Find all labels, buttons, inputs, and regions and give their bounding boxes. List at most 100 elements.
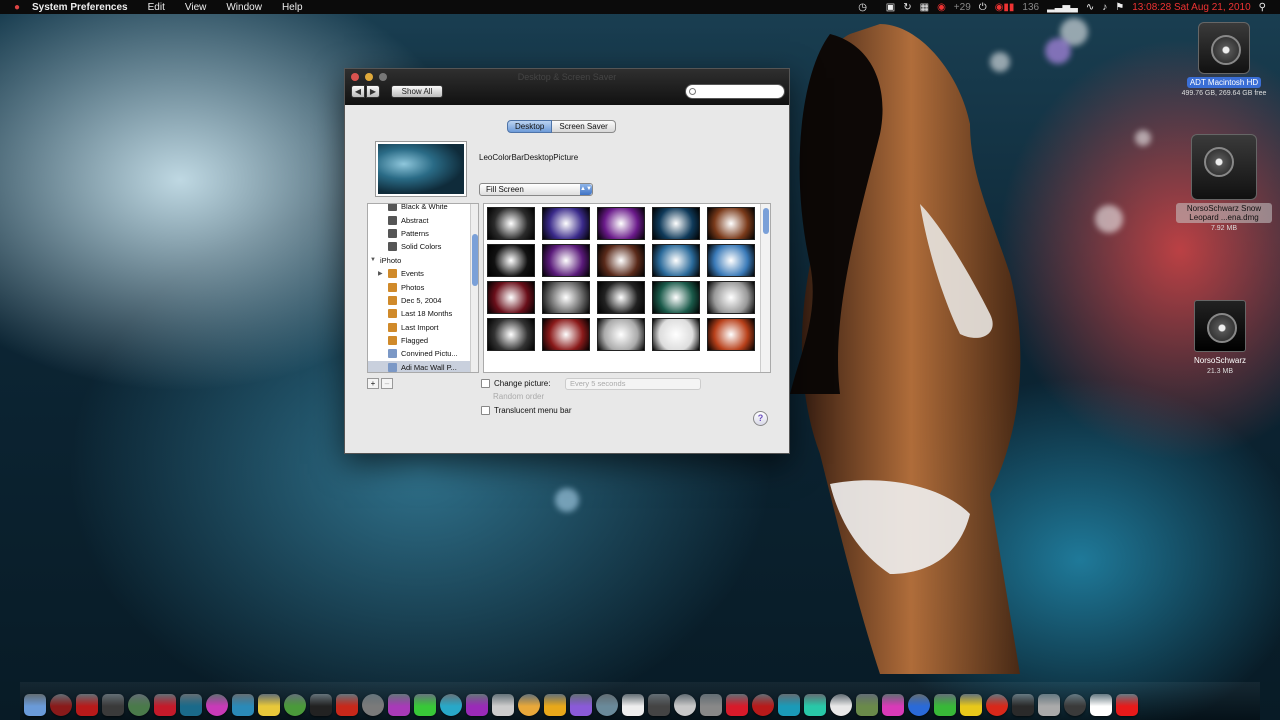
- wallpaper-thumbnail[interactable]: [652, 318, 700, 351]
- tab-screen-saver[interactable]: Screen Saver: [552, 120, 616, 133]
- power-icon[interactable]: ⏻: [979, 2, 987, 13]
- dock-app-icon[interactable]: [596, 694, 618, 716]
- network-graph-icon[interactable]: ▂▃▅▃: [1047, 2, 1078, 13]
- source-item-patterns[interactable]: Patterns: [368, 227, 478, 240]
- menu-window[interactable]: Window: [216, 2, 272, 13]
- remove-folder-button[interactable]: –: [381, 378, 393, 389]
- show-all-button[interactable]: Show All: [391, 85, 443, 98]
- activity-icon[interactable]: ◉▮▮: [995, 2, 1015, 13]
- wallpaper-thumbnail[interactable]: [487, 281, 535, 314]
- dock-app-icon[interactable]: [388, 694, 410, 716]
- dock-app-icon[interactable]: [154, 694, 176, 716]
- dock-app-icon[interactable]: [102, 694, 124, 716]
- dock-app-icon[interactable]: [960, 694, 982, 716]
- source-item-dec-2004[interactable]: Dec 5, 2004: [368, 294, 478, 307]
- thumbnail-grid-scrollbar[interactable]: [760, 204, 770, 372]
- dock-app-icon[interactable]: [414, 694, 436, 716]
- dock-app-icon[interactable]: [258, 694, 280, 716]
- help-button[interactable]: ?: [753, 411, 768, 426]
- dock-app-icon[interactable]: [362, 694, 384, 716]
- dock-app-icon[interactable]: [466, 694, 488, 716]
- dock-app-icon[interactable]: [544, 694, 566, 716]
- wallpaper-thumbnail[interactable]: [542, 281, 590, 314]
- desktop-dmg-snow-leopard[interactable]: NorsoSchwarz Snow Leopard ...ena.dmg 7.9…: [1176, 134, 1272, 232]
- menu-edit[interactable]: Edit: [138, 2, 175, 13]
- wallpaper-thumbnail[interactable]: [597, 244, 645, 277]
- scrollbar-thumb[interactable]: [763, 208, 769, 234]
- source-group-iphoto[interactable]: ▼ iPhoto: [368, 254, 478, 267]
- dock-app-icon[interactable]: [752, 694, 774, 716]
- dock-app-icon[interactable]: [518, 694, 540, 716]
- wallpaper-thumbnail[interactable]: [487, 318, 535, 351]
- source-item-flagged[interactable]: Flagged: [368, 334, 478, 347]
- volume-icon[interactable]: ♪: [1102, 2, 1107, 13]
- source-item-solid-colors[interactable]: Solid Colors: [368, 240, 478, 253]
- spotlight-icon[interactable]: ⚲: [1259, 2, 1266, 13]
- menu-app-name[interactable]: System Preferences: [24, 2, 138, 13]
- dock-app-icon[interactable]: [76, 694, 98, 716]
- back-button[interactable]: ◀: [351, 85, 365, 98]
- fit-mode-select[interactable]: Fill Screen ▲▼: [479, 183, 593, 196]
- tab-desktop[interactable]: Desktop: [507, 120, 553, 133]
- wallpaper-thumbnail[interactable]: [597, 207, 645, 240]
- wallpaper-thumbnail[interactable]: [597, 318, 645, 351]
- forward-button[interactable]: ▶: [366, 85, 380, 98]
- change-interval-select[interactable]: Every 5 seconds: [565, 378, 701, 390]
- dock-app-icon[interactable]: [1116, 694, 1138, 716]
- desktop-drive-macintosh-hd[interactable]: ADT Macintosh HD 499.76 GB, 269.64 GB fr…: [1176, 22, 1272, 97]
- wallpaper-thumbnail[interactable]: [652, 244, 700, 277]
- disclosure-triangle-icon[interactable]: ▼: [370, 257, 376, 263]
- wifi-icon[interactable]: ∿: [1086, 2, 1094, 13]
- dock-app-icon[interactable]: [1038, 694, 1060, 716]
- dock-app-icon[interactable]: [882, 694, 904, 716]
- wallpaper-thumbnail[interactable]: [542, 244, 590, 277]
- scrollbar-thumb[interactable]: [472, 234, 478, 286]
- dock-app-icon[interactable]: [934, 694, 956, 716]
- search-input[interactable]: [685, 84, 785, 99]
- display-icon[interactable]: ▣: [886, 2, 895, 13]
- wallpaper-thumbnail[interactable]: [542, 207, 590, 240]
- dock-app-icon[interactable]: [674, 694, 696, 716]
- sync-icon[interactable]: ↻: [903, 2, 911, 13]
- source-item-events[interactable]: ▶ Events: [368, 267, 478, 280]
- disclosure-triangle-icon[interactable]: ▶: [378, 270, 383, 277]
- wallpaper-thumbnail[interactable]: [652, 281, 700, 314]
- dock-app-icon[interactable]: [830, 694, 852, 716]
- desktop-drive-norsoschwarz[interactable]: NorsoSchwarz 21.3 MB: [1172, 300, 1268, 375]
- wallpaper-thumbnail[interactable]: [707, 318, 755, 351]
- dock-app-icon[interactable]: [908, 694, 930, 716]
- cpu-meter-icon[interactable]: ▦: [920, 2, 929, 13]
- source-item-black-white[interactable]: Black & White: [368, 204, 478, 213]
- dock-app-icon[interactable]: [440, 694, 462, 716]
- window-titlebar[interactable]: Desktop & Screen Saver ◀ ▶ Show All: [345, 69, 789, 105]
- dock-app-icon[interactable]: [336, 694, 358, 716]
- dock-app-icon[interactable]: [804, 694, 826, 716]
- menubar-clock[interactable]: 13:08:28 Sat Aug 21, 2010: [1132, 2, 1250, 13]
- dock-app-icon[interactable]: [778, 694, 800, 716]
- wallpaper-thumbnail[interactable]: [652, 207, 700, 240]
- dock-app-icon[interactable]: [50, 694, 72, 716]
- add-folder-button[interactable]: +: [367, 378, 379, 389]
- source-item-adi-mac-wall[interactable]: Adi Mac Wall P...: [368, 360, 478, 372]
- dock-app-icon[interactable]: [284, 694, 306, 716]
- dock-app-icon[interactable]: [180, 694, 202, 716]
- menu-view[interactable]: View: [175, 2, 217, 13]
- wallpaper-thumbnail[interactable]: [487, 207, 535, 240]
- dock-app-icon[interactable]: [206, 694, 228, 716]
- wallpaper-thumbnail[interactable]: [597, 281, 645, 314]
- dock-app-icon[interactable]: [310, 694, 332, 716]
- wallpaper-thumbnail[interactable]: [487, 244, 535, 277]
- record-icon[interactable]: ◉: [937, 2, 946, 13]
- dock-app-icon[interactable]: [570, 694, 592, 716]
- dock-app-icon[interactable]: [622, 694, 644, 716]
- wallpaper-thumbnail[interactable]: [707, 244, 755, 277]
- dock-app-icon[interactable]: [726, 694, 748, 716]
- dock-app-icon[interactable]: [856, 694, 878, 716]
- dock-app-icon[interactable]: [1090, 694, 1112, 716]
- dock-app-icon[interactable]: [128, 694, 150, 716]
- source-item-convined-pictures[interactable]: Convined Pictu...: [368, 347, 478, 360]
- dock-app-icon[interactable]: [1064, 694, 1086, 716]
- wallpaper-thumbnail[interactable]: [707, 207, 755, 240]
- translucent-menu-checkbox[interactable]: [481, 406, 490, 415]
- menu-help[interactable]: Help: [272, 2, 313, 13]
